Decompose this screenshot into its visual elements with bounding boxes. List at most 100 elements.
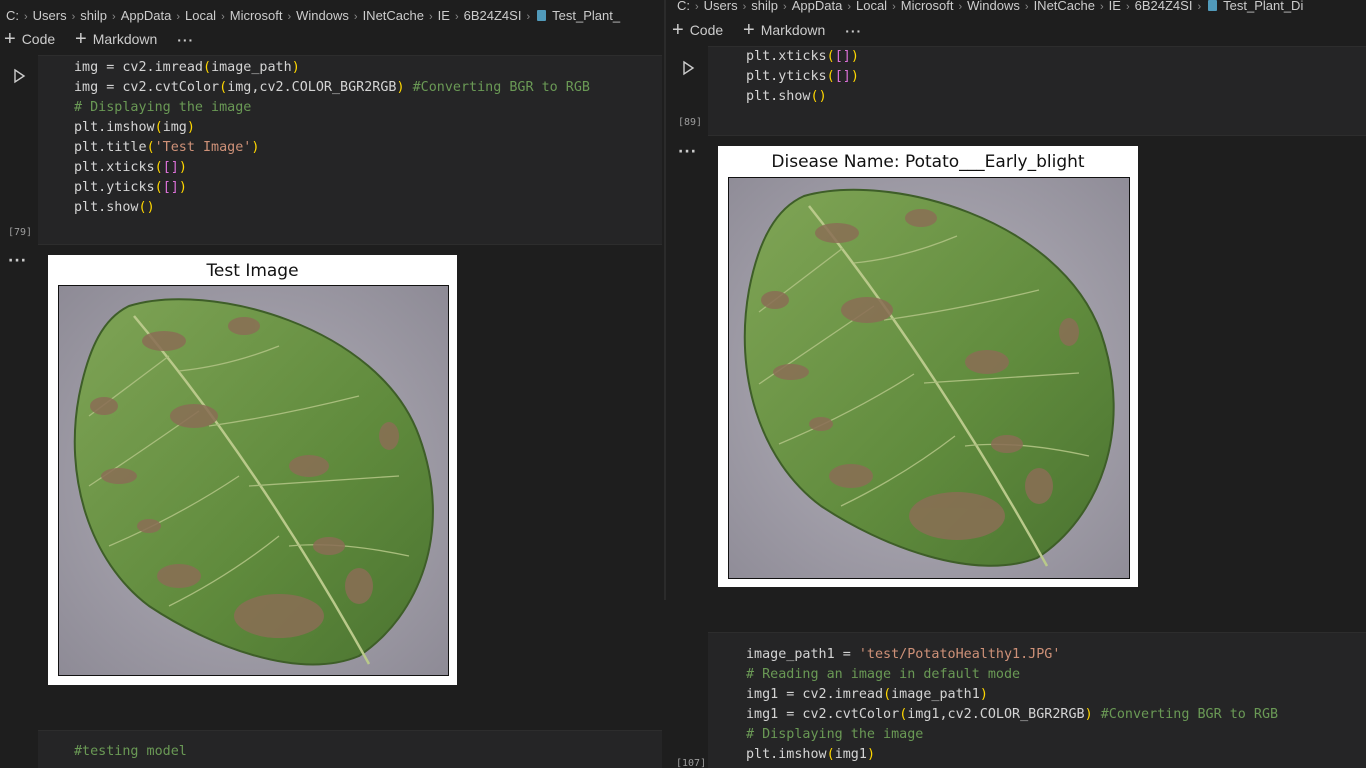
chevron-right-icon: › xyxy=(695,1,699,13)
code-line[interactable]: img = cv2.cvtColor(img,cv2.COLOR_BGR2RGB… xyxy=(74,78,590,98)
chevron-right-icon: › xyxy=(176,11,180,23)
code-line[interactable]: # Reading an image in default mode xyxy=(746,665,1278,685)
chevron-right-icon: › xyxy=(112,11,116,23)
chevron-right-icon: › xyxy=(742,1,747,13)
plus-icon: + xyxy=(4,28,16,50)
code-cell[interactable]: plt.xticks([]) plt.yticks([]) plt.show() xyxy=(708,46,1366,136)
plus-icon: + xyxy=(743,19,755,41)
add-markdown-cell-button[interactable]: + Markdown xyxy=(75,28,158,50)
output-more-button[interactable]: ··· xyxy=(8,253,27,269)
code-line[interactable]: plt.xticks([]) xyxy=(746,47,859,67)
breadcrumb-item[interactable]: Local xyxy=(856,0,887,13)
code-editor[interactable]: #testing model xyxy=(74,742,187,762)
add-markdown-label: Markdown xyxy=(760,22,826,38)
execution-count: [79] xyxy=(8,227,33,238)
code-line[interactable]: plt.xticks([]) xyxy=(74,158,590,178)
code-line[interactable]: plt.show() xyxy=(74,198,590,218)
chevron-right-icon: › xyxy=(287,11,292,23)
chevron-right-icon: › xyxy=(221,11,225,23)
breadcrumb-item[interactable]: AppData xyxy=(792,0,843,13)
breadcrumb-item[interactable]: Users xyxy=(33,8,67,23)
add-markdown-label: Markdown xyxy=(92,31,158,47)
breadcrumb-item[interactable]: 6B24Z4SI xyxy=(1135,0,1193,13)
output-more-button[interactable]: ··· xyxy=(678,144,697,160)
toolbar-more-button[interactable]: ··· xyxy=(177,32,194,48)
code-line[interactable]: plt.show() xyxy=(746,87,859,107)
chevron-right-icon: › xyxy=(353,11,358,23)
chevron-right-icon: › xyxy=(526,11,531,23)
chevron-right-icon: › xyxy=(892,1,896,13)
code-editor[interactable]: img = cv2.imread(image_path) img = cv2.cv… xyxy=(74,58,590,218)
right-notebook-pane: C: › Users › shilp › AppData › Local › Microsoft › W… xyxy=(666,0,1366,768)
add-code-label: Code xyxy=(689,22,724,38)
notebook-file-icon xyxy=(1208,0,1218,11)
code-editor[interactable]: image_path1 = 'test/PotatoHealthy1.JPG' #… xyxy=(746,645,1278,765)
code-line[interactable]: plt.imshow(img) xyxy=(74,118,590,138)
chevron-right-icon: › xyxy=(847,1,851,13)
breadcrumb-item[interactable]: Microsoft xyxy=(901,0,954,13)
code-editor[interactable]: plt.xticks([]) plt.yticks([]) plt.show() xyxy=(746,47,859,107)
code-line[interactable]: #testing model xyxy=(74,742,187,762)
matplotlib-figure: Disease Name: Potato___Early_blight xyxy=(718,146,1138,587)
code-line[interactable]: plt.imshow(img1) xyxy=(746,745,1278,765)
figure-title: Disease Name: Potato___Early_blight xyxy=(771,152,1085,172)
chevron-right-icon: › xyxy=(1024,1,1029,13)
chevron-right-icon: › xyxy=(24,11,28,23)
breadcrumb-item[interactable]: C: xyxy=(677,0,690,13)
notebook-toolbar: + Code + Markdown ··· xyxy=(672,19,1366,44)
breadcrumb-item[interactable]: Windows xyxy=(296,8,349,23)
code-line[interactable]: plt.yticks([]) xyxy=(746,67,859,87)
image-axes xyxy=(728,177,1130,579)
run-cell-icon[interactable] xyxy=(11,68,27,84)
potato-leaf-image xyxy=(729,178,1129,578)
notebook-toolbar: + Code + Markdown ··· xyxy=(4,28,666,53)
code-cell[interactable]: #testing model xyxy=(38,730,662,768)
breadcrumb-item[interactable]: Test_Plant_ xyxy=(552,8,620,23)
add-markdown-cell-button[interactable]: + Markdown xyxy=(743,19,826,41)
breadcrumb-item[interactable]: Microsoft xyxy=(230,8,283,23)
code-line[interactable]: img = cv2.imread(image_path) xyxy=(74,58,590,78)
execution-count: [89] xyxy=(678,117,703,128)
code-line[interactable]: # Displaying the image xyxy=(746,725,1278,745)
run-cell-icon[interactable] xyxy=(680,60,696,76)
breadcrumb: C: › Users › shilp › AppData › Local › Microsoft › W… xyxy=(677,0,1366,18)
chevron-right-icon: › xyxy=(1125,1,1130,13)
breadcrumb-item[interactable]: Test_Plant_Di xyxy=(1223,0,1303,13)
breadcrumb-item[interactable]: Windows xyxy=(967,0,1020,13)
breadcrumb-item[interactable]: Users xyxy=(704,0,738,13)
breadcrumb-item[interactable]: shilp xyxy=(751,0,778,13)
code-line[interactable]: plt.title('Test Image') xyxy=(74,138,590,158)
breadcrumb-item[interactable]: Local xyxy=(185,8,216,23)
chevron-right-icon: › xyxy=(783,1,787,13)
code-line[interactable]: plt.yticks([]) xyxy=(74,178,590,198)
add-code-cell-button[interactable]: + Code xyxy=(4,28,56,50)
chevron-right-icon: › xyxy=(71,11,76,23)
chevron-right-icon: › xyxy=(1099,1,1104,13)
breadcrumb-item[interactable]: 6B24Z4SI xyxy=(464,8,522,23)
execution-count: [107] xyxy=(676,758,707,768)
toolbar-more-button[interactable]: ··· xyxy=(845,23,862,39)
plus-icon: + xyxy=(75,28,87,50)
image-axes xyxy=(58,285,449,676)
code-line[interactable]: image_path1 = 'test/PotatoHealthy1.JPG' xyxy=(746,645,1278,665)
left-notebook-pane: C: › Users › shilp › AppData › Local › Microsoft › W… xyxy=(0,0,666,768)
code-line[interactable]: img1 = cv2.imread(image_path1) xyxy=(746,685,1278,705)
chevron-right-icon: › xyxy=(958,1,963,13)
breadcrumb-item[interactable]: shilp xyxy=(80,8,107,23)
code-cell[interactable]: img = cv2.imread(image_path) img = cv2.cv… xyxy=(38,55,662,245)
add-code-cell-button[interactable]: + Code xyxy=(672,19,724,41)
code-line[interactable]: img1 = cv2.cvtColor(img1,cv2.COLOR_BGR2R… xyxy=(746,705,1278,725)
breadcrumb-item[interactable]: IE xyxy=(1109,0,1121,13)
breadcrumb-item[interactable]: AppData xyxy=(121,8,172,23)
breadcrumb-item[interactable]: C: xyxy=(6,8,19,23)
add-code-label: Code xyxy=(21,31,56,47)
notebook-file-icon xyxy=(537,10,547,21)
breadcrumb-item[interactable]: INetCache xyxy=(1034,0,1095,13)
chevron-right-icon: › xyxy=(428,11,433,23)
breadcrumb-item[interactable]: INetCache xyxy=(363,8,424,23)
potato-leaf-image xyxy=(59,286,448,675)
code-cell[interactable]: image_path1 = 'test/PotatoHealthy1.JPG' #… xyxy=(708,632,1366,768)
plus-icon: + xyxy=(672,19,684,41)
code-line[interactable]: # Displaying the image xyxy=(74,98,590,118)
breadcrumb-item[interactable]: IE xyxy=(438,8,450,23)
